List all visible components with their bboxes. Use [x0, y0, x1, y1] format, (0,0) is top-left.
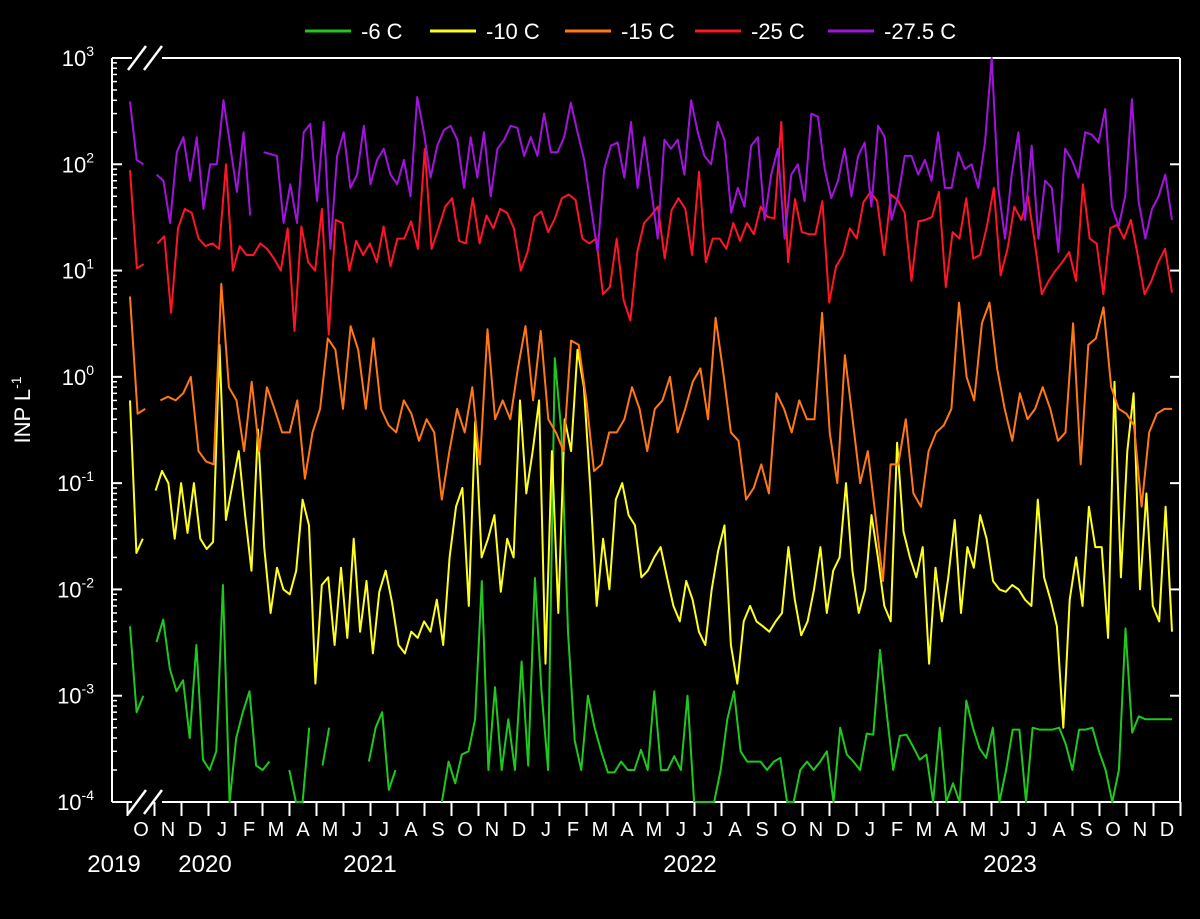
- series-line: [129, 57, 1173, 253]
- axis-break-mark-1: [143, 45, 163, 71]
- y-tick-base: 10: [62, 152, 86, 177]
- x-month-label: M: [646, 819, 663, 841]
- y-tick-exp: -1: [82, 468, 95, 484]
- y-tick-base: 10: [57, 790, 81, 815]
- x-month-label: O: [457, 819, 473, 841]
- legend-item: -27.5 C: [828, 19, 956, 44]
- series-line: [129, 343, 1173, 729]
- y-tick-exp: -3: [82, 681, 95, 697]
- x-month-label: S: [755, 819, 768, 841]
- x-month-label: A: [944, 819, 958, 841]
- x-month-label: J: [1000, 819, 1010, 841]
- axis-break-mark-3: [143, 789, 163, 815]
- x-year-label: 2021: [343, 851, 396, 878]
- legend-item: -15 C: [565, 19, 675, 44]
- x-month-label: J: [703, 819, 713, 841]
- x-month-label: M: [322, 819, 339, 841]
- x-month-label: M: [916, 819, 933, 841]
- y-tick-label: 10-2: [57, 574, 94, 602]
- y-axis-label: INP L-1: [8, 376, 35, 443]
- x-year-label: 2020: [178, 851, 231, 878]
- x-month-label: J: [865, 819, 875, 841]
- x-month-label: J: [541, 819, 551, 841]
- series-27-5C: [129, 57, 1173, 253]
- x-month-label: D: [512, 819, 526, 841]
- x-month-label: O: [781, 819, 797, 841]
- y-tick-exp: 1: [86, 256, 94, 272]
- x-year-label: 2019: [87, 851, 140, 878]
- x-month-label: N: [161, 819, 175, 841]
- y-tick-base: 10: [62, 259, 86, 284]
- y-tick-base: 10: [62, 46, 86, 71]
- x-month-label: M: [268, 819, 285, 841]
- x-axis: O N D J F M A M J J A S O N D J F M A M J J A S O N D J F M A M J J A S O N D2…: [87, 802, 1182, 878]
- legend-label: -27.5 C: [884, 19, 956, 44]
- y-tick-base: 10: [57, 684, 81, 709]
- x-month-label: D: [836, 819, 850, 841]
- series-line: [129, 282, 1172, 582]
- y-tick-base: 10: [57, 471, 81, 496]
- legend-item: -6 C: [305, 19, 403, 44]
- x-month-label: A: [404, 819, 418, 841]
- x-month-label: J: [217, 819, 227, 841]
- x-month-label: D: [188, 819, 202, 841]
- y-tick-label: 102: [62, 149, 94, 177]
- y-tick-exp: 2: [86, 149, 94, 165]
- legend-label: -15 C: [621, 19, 675, 44]
- y-axis-label-sup: -1: [8, 376, 24, 389]
- series-10C: [129, 343, 1173, 729]
- x-month-label: F: [891, 819, 903, 841]
- y-tick-label: 103: [62, 43, 94, 71]
- y-tick-base: 10: [57, 577, 81, 602]
- legend: -6 C -10 C -15 C -25 C -27.5 C: [305, 19, 956, 44]
- y-tick-exp: 3: [86, 43, 94, 59]
- x-month-label: A: [1052, 819, 1066, 841]
- y-tick-exp: -2: [82, 574, 95, 590]
- y-tick-exp: 0: [86, 362, 94, 378]
- x-month-label: N: [1133, 819, 1147, 841]
- x-month-label: J: [1027, 819, 1037, 841]
- x-month-label: O: [133, 819, 149, 841]
- x-month-label: F: [567, 819, 579, 841]
- x-month-label: O: [1105, 819, 1121, 841]
- y-tick-label: 10-1: [57, 468, 94, 496]
- series-15C: [129, 282, 1172, 582]
- x-month-label: A: [728, 819, 742, 841]
- y-tick-label: 100: [62, 362, 94, 390]
- legend-label: -10 C: [486, 19, 540, 44]
- x-month-label: A: [296, 819, 310, 841]
- y-tick-exp: -4: [82, 787, 95, 803]
- x-month-label: M: [970, 819, 987, 841]
- x-year-label: 2023: [983, 851, 1036, 878]
- y-tick-label: 10-4: [57, 787, 94, 815]
- y-tick-label: 101: [62, 256, 94, 284]
- x-month-label: A: [620, 819, 634, 841]
- legend-item: -10 C: [430, 19, 540, 44]
- x-month-label: D: [1160, 819, 1174, 841]
- x-month-label: M: [592, 819, 609, 841]
- legend-item: -25 C: [695, 19, 805, 44]
- series-layer: [129, 57, 1173, 803]
- x-month-label: J: [379, 819, 389, 841]
- inp-line-chart: -6 C -10 C -15 C -25 C -27.5 C 10-410-310-21…: [8, 19, 1182, 878]
- x-month-label: N: [809, 819, 823, 841]
- x-month-label: F: [243, 819, 255, 841]
- x-month-label: S: [431, 819, 444, 841]
- legend-label: -6 C: [361, 19, 403, 44]
- y-axis-label-text: INP L: [10, 389, 35, 444]
- x-month-label: N: [485, 819, 499, 841]
- legend-label: -25 C: [751, 19, 805, 44]
- x-month-label: J: [676, 819, 686, 841]
- x-month-label: S: [1079, 819, 1092, 841]
- y-tick-base: 10: [62, 365, 86, 390]
- x-month-label: J: [352, 819, 362, 841]
- x-year-label: 2022: [663, 851, 716, 878]
- y-tick-label: 10-3: [57, 681, 94, 709]
